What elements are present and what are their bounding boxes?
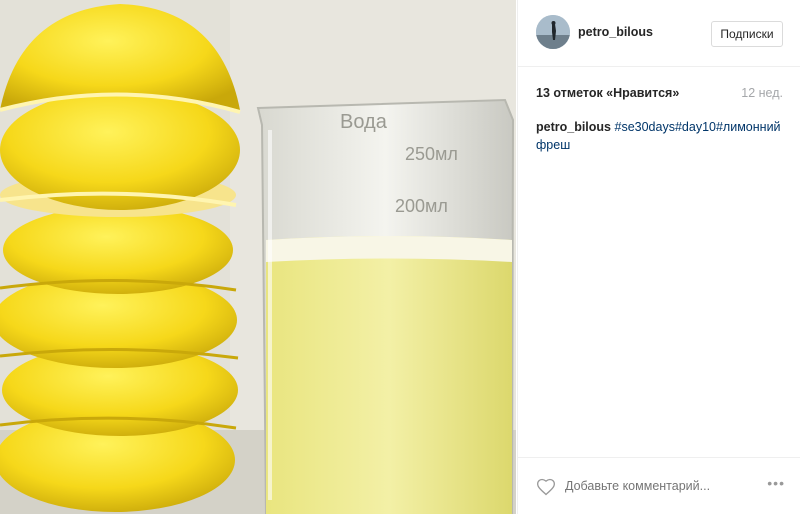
caption-username[interactable]: petro_bilous	[536, 120, 611, 134]
beaker-label-water: Вода	[340, 111, 388, 133]
hashtag-lemon[interactable]: #лимонний	[716, 120, 781, 134]
following-button[interactable]: Подписки	[711, 21, 783, 47]
comment-input[interactable]	[565, 479, 735, 493]
post-time[interactable]: 12 нед.	[741, 86, 783, 100]
more-options-icon[interactable]: •••	[767, 475, 785, 491]
hashtag-se30days[interactable]: #se30days	[615, 120, 675, 134]
post-footer: •••	[518, 457, 800, 515]
likes-count[interactable]: 13 отметок «Нравится»	[536, 86, 679, 100]
username-link[interactable]: petro_bilous	[578, 25, 653, 39]
hashtag-day10[interactable]: #day10	[675, 120, 716, 134]
post-sidebar: petro_bilous Подписки 13 отметок «Нравит…	[517, 0, 800, 514]
avatar-image	[536, 15, 570, 49]
beaker-label-200: 200мл	[395, 196, 448, 216]
post-header: petro_bilous Подписки	[518, 0, 800, 67]
post-photo[interactable]: Вода 250мл 200мл	[0, 0, 516, 514]
avatar[interactable]	[536, 15, 570, 49]
beaker-label-250: 250мл	[405, 144, 458, 164]
lemon-juice-photo: Вода 250мл 200мл	[0, 0, 516, 514]
post-caption: petro_bilous #se30days#day10#лимонний фр…	[536, 118, 786, 154]
heart-icon[interactable]	[536, 477, 556, 497]
hashtag-lemon-cont[interactable]: фреш	[536, 138, 570, 152]
